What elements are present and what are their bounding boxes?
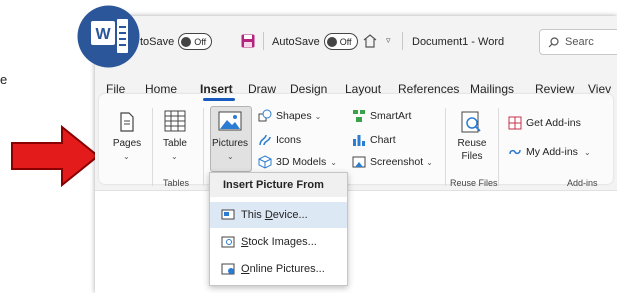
pictures-icon (218, 111, 242, 131)
touch-mode-icon[interactable] (362, 34, 378, 48)
menu-item-label: Online Pictures... (241, 263, 325, 275)
chart-label: Chart (370, 134, 396, 146)
table-icon[interactable] (164, 110, 186, 132)
my-addins-label: My Add-ins (526, 146, 578, 158)
pictures-button-label: Pictures (211, 138, 249, 149)
tab-home[interactable]: Home (145, 82, 177, 96)
tab-review[interactable]: Review (535, 82, 574, 96)
word-logo-icon: W (77, 5, 140, 68)
tab-references[interactable]: References (398, 82, 459, 96)
search-placeholder: Searc (565, 36, 594, 48)
icons-icon (259, 134, 271, 146)
my-addins-icon (509, 149, 521, 155)
shapes-icon (258, 109, 272, 122)
menu-item-online-pictures[interactable]: Online Pictures... (210, 256, 347, 282)
group-label-tables: Tables (163, 178, 190, 188)
group-separator (203, 108, 204, 186)
get-addins-icon (508, 116, 522, 130)
menu-item-stock-images[interactable]: Stock Images... (210, 229, 347, 255)
chart-button[interactable]: Chart (352, 133, 396, 147)
group-label-addins: Add-ins (567, 178, 598, 188)
chevron-down-icon: ⌄ (426, 157, 433, 167)
toggle-knob-icon (181, 36, 192, 47)
shapes-button[interactable]: Shapes ⌄ (258, 109, 321, 123)
chart-icon (353, 135, 365, 146)
active-tab-indicator (203, 98, 235, 101)
pages-chevron-down-icon[interactable]: ⌄ (123, 152, 130, 161)
group-separator (152, 108, 153, 186)
reuse-files-icon[interactable] (460, 111, 482, 133)
autosave-control-1[interactable]: toSave Off (140, 33, 213, 50)
autosave-toggle-1[interactable]: Off (178, 33, 213, 50)
get-addins-label: Get Add-ins (526, 117, 581, 129)
autosave-label-1: toSave (140, 35, 175, 48)
toggle-state: Off (194, 36, 207, 47)
chevron-down-icon: ⌄ (314, 111, 322, 121)
3d-models-button[interactable]: 3D Models ⌄ (258, 155, 337, 169)
table-chevron-down-icon[interactable]: ⌄ (171, 152, 178, 161)
group-label-reuse-files: Reuse Files (450, 178, 498, 188)
autosave-control-2[interactable]: AutoSave Off (272, 33, 358, 50)
toggle-state: Off (339, 36, 352, 47)
separator (402, 32, 403, 50)
tab-mailings[interactable]: Mailings (470, 82, 514, 96)
tab-layout[interactable]: Layout (345, 82, 381, 96)
menu-item-label: Stock Images... (241, 236, 317, 248)
autosave-label-2: AutoSave (272, 35, 320, 48)
screenshot-icon (352, 156, 366, 168)
3d-models-label: 3D Models (276, 156, 327, 168)
menu-item-label: This Device... (241, 209, 308, 221)
search-box[interactable]: Searc (539, 29, 617, 55)
menu-item-this-device[interactable]: This Device... (210, 202, 347, 228)
tab-file[interactable]: File (106, 82, 125, 96)
toggle-knob-icon (326, 36, 337, 47)
tab-design[interactable]: Design (290, 82, 327, 96)
get-addins-button[interactable]: Get Add-ins (508, 116, 581, 130)
pages-icon[interactable] (119, 112, 135, 132)
tab-insert[interactable]: Insert (200, 82, 233, 96)
clipped-text: e (0, 72, 8, 87)
screenshot-label: Screenshot (370, 156, 424, 168)
document-title: Document1 - Word (412, 36, 505, 48)
tab-view[interactable]: Viev (588, 82, 611, 96)
icons-button[interactable]: Icons (258, 133, 301, 147)
insert-picture-menu: Insert Picture From This Device... Stock… (209, 172, 348, 286)
menu-header: Insert Picture From (210, 173, 347, 197)
search-icon (548, 36, 559, 47)
save-icon[interactable] (241, 34, 255, 48)
stock-images-icon (221, 236, 235, 248)
customize-dropdown-icon[interactable]: ▿ (386, 35, 391, 46)
device-icon (221, 209, 235, 220)
chevron-down-icon: ⌄ (583, 147, 591, 157)
reuse-label-line2[interactable]: Files (455, 151, 489, 162)
shapes-label: Shapes (276, 110, 312, 122)
group-separator (498, 108, 499, 186)
online-pictures-icon (221, 263, 235, 275)
3d-models-icon (258, 155, 272, 169)
smartart-label: SmartArt (370, 110, 412, 122)
smartart-button[interactable]: SmartArt (352, 109, 411, 123)
group-separator (445, 108, 446, 186)
pictures-chevron-down-icon: ⌄ (227, 152, 234, 161)
my-addins-button[interactable]: My Add-ins ⌄ (508, 145, 591, 159)
red-arrow-icon (11, 125, 100, 187)
table-button-label[interactable]: Table (160, 138, 190, 149)
autosave-toggle-2[interactable]: Off (323, 33, 358, 50)
separator (263, 32, 264, 50)
smartart-icon (353, 110, 365, 122)
chevron-down-icon: ⌄ (330, 157, 337, 167)
pages-button-label[interactable]: Pages (112, 138, 142, 149)
tab-draw[interactable]: Draw (248, 82, 276, 96)
screenshot-button[interactable]: Screenshot ⌄ (352, 155, 433, 169)
reuse-label-line1[interactable]: Reuse (455, 138, 489, 149)
svg-text:W: W (95, 26, 111, 43)
icons-label: Icons (276, 134, 302, 146)
